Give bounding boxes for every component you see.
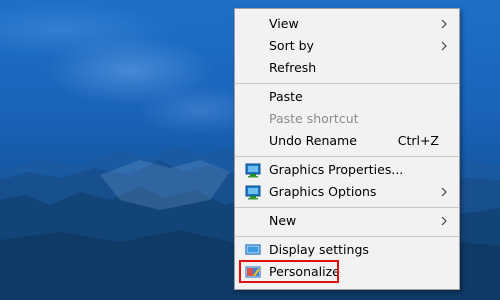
menu-item-graphics-options-label: Graphics Options <box>269 184 377 199</box>
menu-separator <box>235 83 459 84</box>
menu-item-paste-shortcut: Paste shortcut <box>235 108 459 130</box>
menu-item-new[interactable]: New <box>235 210 459 232</box>
desktop-context-menu: View Sort by Refresh Paste Paste shortcu… <box>234 8 460 290</box>
display-icon <box>245 244 261 255</box>
chevron-right-icon <box>441 19 447 29</box>
chevron-right-icon <box>441 41 447 51</box>
menu-item-undo-rename-label: Undo Rename <box>269 133 357 148</box>
menu-item-view-label: View <box>269 16 299 31</box>
intel-graphics-icon <box>245 185 261 200</box>
desktop-background[interactable]: View Sort by Refresh Paste Paste shortcu… <box>0 0 500 300</box>
menu-separator <box>235 236 459 237</box>
menu-item-refresh-label: Refresh <box>269 60 317 75</box>
menu-item-sort-by-label: Sort by <box>269 38 314 53</box>
menu-item-new-label: New <box>269 213 297 228</box>
menu-item-paste-shortcut-label: Paste shortcut <box>269 111 359 126</box>
menu-item-sort-by[interactable]: Sort by <box>235 35 459 57</box>
menu-item-display-settings[interactable]: Display settings <box>235 239 459 261</box>
menu-item-undo-rename[interactable]: Undo Rename Ctrl+Z <box>235 130 459 152</box>
menu-item-graphics-options[interactable]: Graphics Options <box>235 181 459 203</box>
menu-item-graphics-properties[interactable]: Graphics Properties... <box>235 159 459 181</box>
highlight-annotation <box>239 260 339 283</box>
menu-item-undo-rename-shortcut: Ctrl+Z <box>397 133 439 148</box>
menu-item-graphics-properties-label: Graphics Properties... <box>269 162 404 177</box>
menu-item-display-settings-label: Display settings <box>269 242 369 257</box>
menu-item-paste-label: Paste <box>269 89 303 104</box>
menu-separator <box>235 207 459 208</box>
chevron-right-icon <box>441 216 447 226</box>
menu-item-refresh[interactable]: Refresh <box>235 57 459 79</box>
menu-separator <box>235 156 459 157</box>
menu-item-view[interactable]: View <box>235 13 459 35</box>
menu-item-paste[interactable]: Paste <box>235 86 459 108</box>
chevron-right-icon <box>441 187 447 197</box>
intel-graphics-icon <box>245 163 261 178</box>
